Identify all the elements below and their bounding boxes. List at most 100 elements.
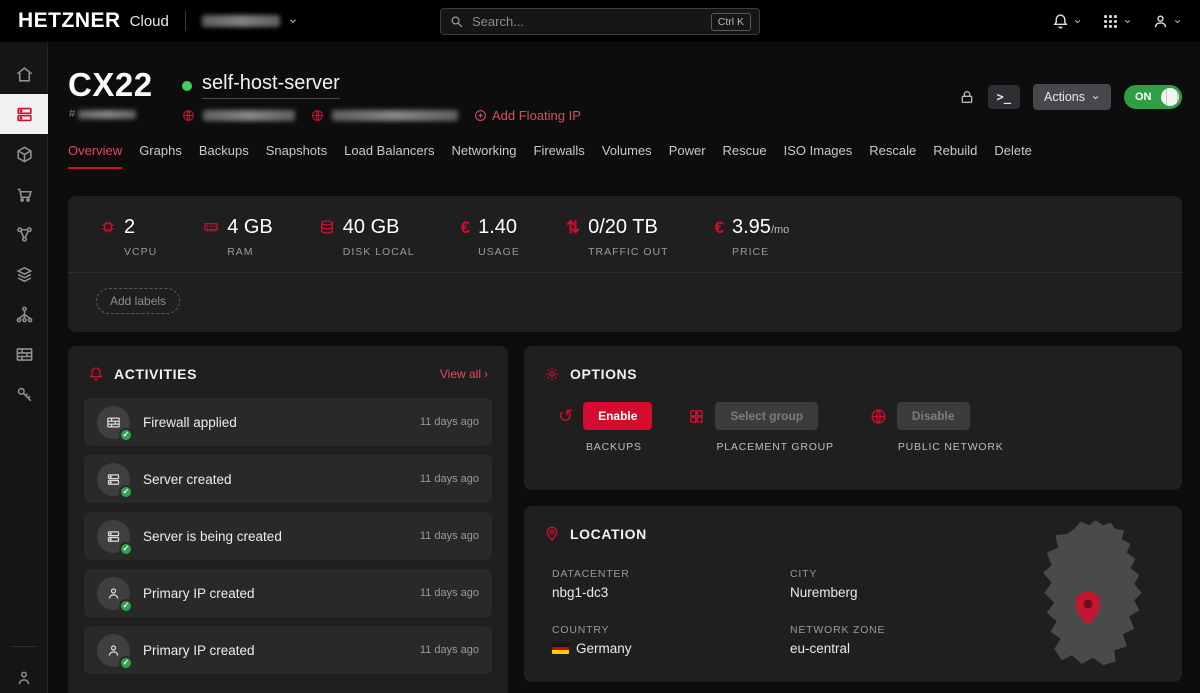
topbar-right-controls — [1052, 13, 1182, 30]
disable-public-network-button[interactable]: Disable — [897, 402, 970, 430]
sidebar-item-images[interactable] — [0, 254, 48, 294]
apps-menu[interactable] — [1102, 13, 1132, 30]
sidebar-item-home[interactable] — [0, 54, 48, 94]
feedback-person-icon — [15, 669, 33, 687]
tab-overview[interactable]: Overview — [68, 143, 122, 169]
tab-load-balancers[interactable]: Load Balancers — [344, 143, 434, 169]
account-menu[interactable] — [1152, 13, 1182, 30]
tab-rescale[interactable]: Rescale — [869, 143, 916, 169]
traffic-arrows-icon: ⇅ — [566, 219, 580, 258]
option-label: BACKUPS — [586, 441, 652, 453]
sidebar-item-volumes[interactable] — [0, 134, 48, 174]
success-check-badge: ✓ — [119, 599, 133, 613]
stat-value: 40 GB — [343, 216, 400, 238]
activity-row[interactable]: ✓ Server created 11 days ago — [84, 455, 492, 503]
activity-row[interactable]: ✓ Firewall applied 11 days ago — [84, 398, 492, 446]
stat-ram: 4 GBRAM — [203, 216, 273, 258]
location-field-city: CITY Nuremberg — [790, 568, 1000, 600]
stat-traffic: ⇅ 0/20 TBTRAFFIC OUT — [566, 216, 669, 258]
select-group-button[interactable]: Select group — [715, 402, 818, 430]
tab-rebuild[interactable]: Rebuild — [933, 143, 977, 169]
ipv4-globe-icon — [182, 109, 195, 122]
server-name[interactable]: self-host-server — [202, 72, 340, 99]
sidebar-item-load-balancers[interactable] — [0, 294, 48, 334]
project-selector[interactable] — [202, 15, 298, 27]
tab-firewalls[interactable]: Firewalls — [534, 143, 585, 169]
activity-row[interactable]: ✓ Primary IP created 11 days ago — [84, 626, 492, 674]
euro-icon: € — [461, 219, 470, 258]
add-floating-ip-link[interactable]: Add Floating IP — [474, 108, 581, 123]
tab-rescue[interactable]: Rescue — [723, 143, 767, 169]
tab-networking[interactable]: Networking — [451, 143, 516, 169]
status-online-dot — [182, 81, 192, 91]
field-value: nbg1-dc3 — [552, 585, 608, 600]
stat-vcpu: 2VCPU — [100, 216, 157, 258]
sidebar-item-feedback[interactable] — [0, 669, 48, 687]
actions-button[interactable]: Actions — [1033, 84, 1111, 110]
cloud-product-label: Cloud — [130, 13, 169, 30]
activity-label: Firewall applied — [143, 415, 237, 430]
location-fields: DATACENTER nbg1-dc3 CITY Nuremberg COUNT… — [552, 568, 1000, 656]
global-search[interactable]: Ctrl K — [440, 8, 760, 35]
option-public-network: Disable PUBLIC NETWORK — [870, 402, 1004, 453]
options-row: ↺ Enable BACKUPS Select group PLACEMENT … — [524, 394, 1182, 453]
germany-map — [1018, 514, 1168, 674]
chevron-down-icon — [1073, 17, 1082, 26]
activity-row[interactable]: ✓ Server is being created 11 days ago — [84, 512, 492, 560]
activity-row[interactable]: ✓ Primary IP created 11 days ago — [84, 569, 492, 617]
tab-graphs[interactable]: Graphs — [139, 143, 182, 169]
lock-icon[interactable] — [959, 89, 975, 105]
tab-volumes[interactable]: Volumes — [602, 143, 652, 169]
field-label: NETWORK ZONE — [790, 624, 1000, 636]
search-input[interactable] — [472, 14, 711, 29]
add-floating-ip-label: Add Floating IP — [492, 108, 581, 123]
sidebar-item-servers[interactable] — [0, 94, 48, 134]
blurred-server-id — [78, 110, 136, 119]
tab-backups[interactable]: Backups — [199, 143, 249, 169]
germany-flag-icon — [552, 643, 569, 654]
notifications-menu[interactable] — [1052, 13, 1082, 30]
add-labels-button[interactable]: Add labels — [96, 288, 180, 314]
blurred-ipv4-address — [203, 110, 295, 121]
stat-label: PRICE — [732, 246, 789, 258]
power-toggle[interactable]: ON — [1124, 85, 1182, 109]
tab-delete[interactable]: Delete — [994, 143, 1032, 169]
server-id: # — [69, 108, 136, 120]
sidebar — [0, 42, 48, 693]
apps-grid-icon — [1102, 13, 1119, 30]
tab-power[interactable]: Power — [669, 143, 706, 169]
sidebar-item-networks[interactable] — [0, 214, 48, 254]
tab-iso-images[interactable]: ISO Images — [784, 143, 853, 169]
stat-label: TRAFFIC OUT — [588, 246, 668, 258]
stat-label: VCPU — [124, 246, 157, 258]
server-header-controls: >_ Actions ON — [959, 84, 1182, 110]
enable-backups-button[interactable]: Enable — [583, 402, 652, 430]
sidebar-item-security[interactable] — [0, 374, 48, 414]
bell-icon — [1052, 13, 1069, 30]
sidebar-item-firewalls[interactable] — [0, 334, 48, 374]
activities-header: ACTIVITIES View all › — [68, 346, 508, 394]
labels-row: Add labels — [68, 273, 1182, 329]
view-all-link[interactable]: View all › — [440, 367, 488, 381]
stat-label: USAGE — [478, 246, 520, 258]
options-gear-icon — [544, 366, 560, 382]
activities-title: ACTIVITIES — [114, 366, 197, 382]
activities-card: ACTIVITIES View all › ✓ Firewall applied… — [68, 346, 508, 693]
servers-icon — [15, 105, 34, 124]
activity-time: 11 days ago — [420, 530, 479, 542]
stat-usage: € 1.40USAGE — [461, 216, 520, 258]
sidebar-item-marketplace[interactable] — [0, 174, 48, 214]
field-value: Nuremberg — [790, 585, 858, 600]
euro-icon: € — [715, 219, 724, 258]
location-field-country: COUNTRY Germany — [552, 624, 790, 656]
home-icon — [15, 65, 34, 84]
console-button[interactable]: >_ — [988, 85, 1020, 109]
chevron-right-icon: › — [484, 367, 488, 381]
option-backups: ↺ Enable BACKUPS — [558, 402, 652, 453]
options-header: OPTIONS — [524, 346, 1182, 394]
option-label: PLACEMENT GROUP — [716, 441, 833, 453]
tab-snapshots[interactable]: Snapshots — [266, 143, 327, 169]
stat-value: 3.95 — [732, 216, 771, 238]
field-label: CITY — [790, 568, 1000, 580]
map-pin-icon — [544, 526, 560, 542]
